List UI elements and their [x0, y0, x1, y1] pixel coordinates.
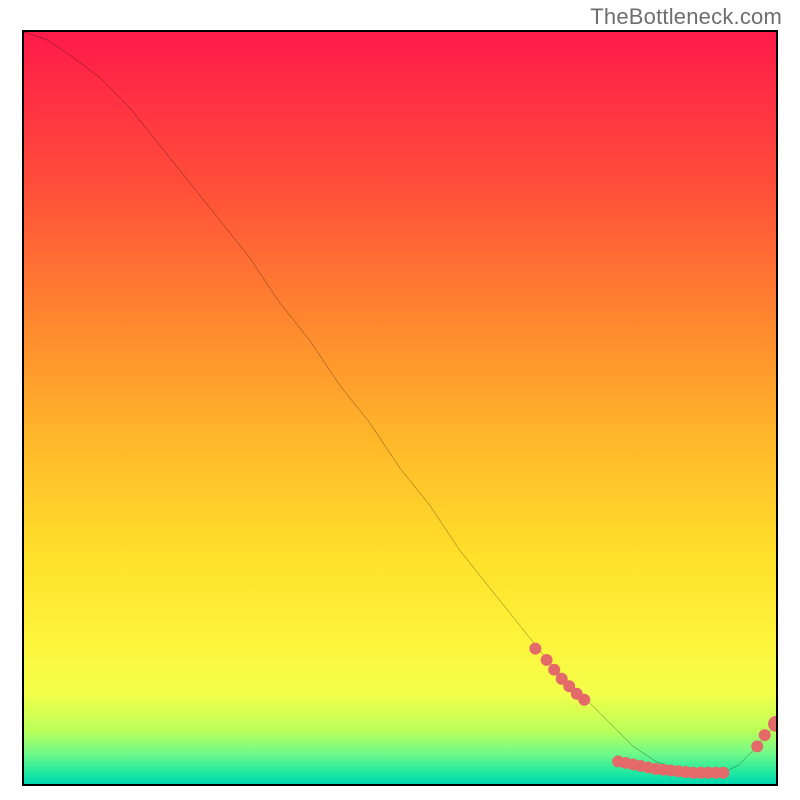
chart-marker: [541, 654, 553, 666]
chart-marker: [751, 740, 763, 752]
watermark-text: TheBottleneck.com: [590, 4, 782, 30]
chart-background: [24, 32, 776, 784]
chart-marker: [578, 694, 590, 706]
chart-marker: [759, 729, 771, 741]
chart-marker: [717, 767, 729, 779]
chart-container: [22, 30, 778, 786]
chart-marker: [529, 643, 541, 655]
bottleneck-chart: [24, 32, 776, 784]
